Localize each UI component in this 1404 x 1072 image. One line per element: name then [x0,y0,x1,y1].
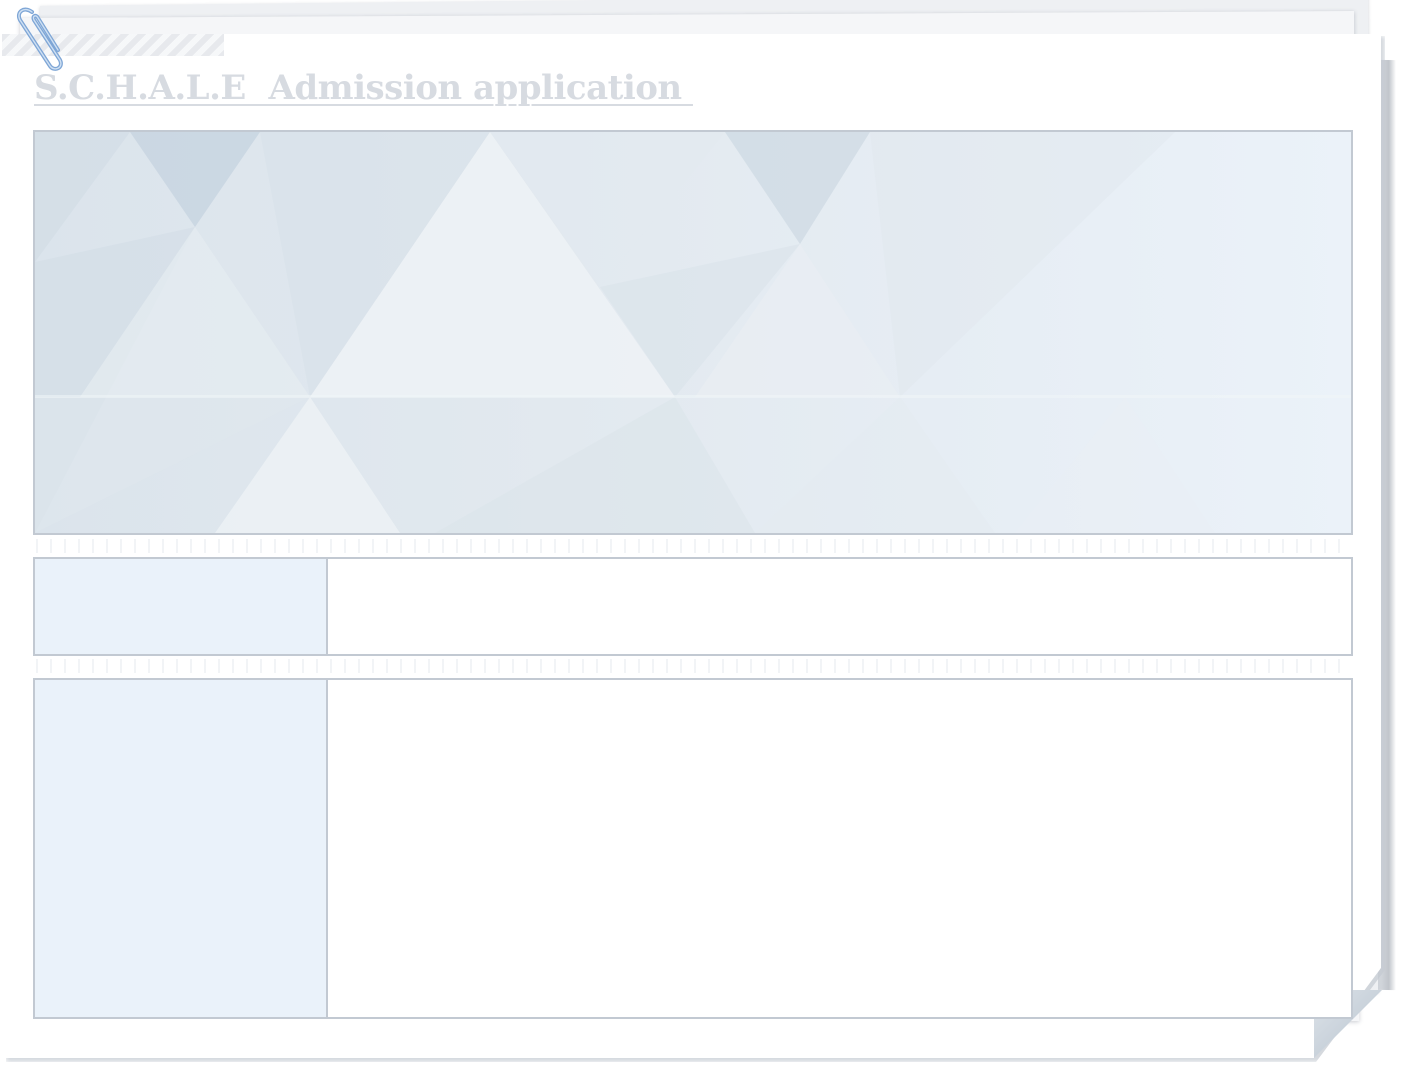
paperclip-icon [17,7,63,71]
divider-dots [36,539,1348,553]
divider-dots [36,659,1348,673]
banner-image [33,130,1353,535]
application-form-screen: S.C.H.A.L.E Admission application [0,0,1404,1072]
form-row [33,557,1353,656]
row-value-field[interactable] [328,559,1351,654]
form-title: S.C.H.A.L.E Admission application [34,68,693,108]
row-label-cell [35,559,328,654]
row-value-field[interactable] [328,680,1351,1017]
form-row [33,678,1353,1019]
row-label-cell [35,680,328,1017]
